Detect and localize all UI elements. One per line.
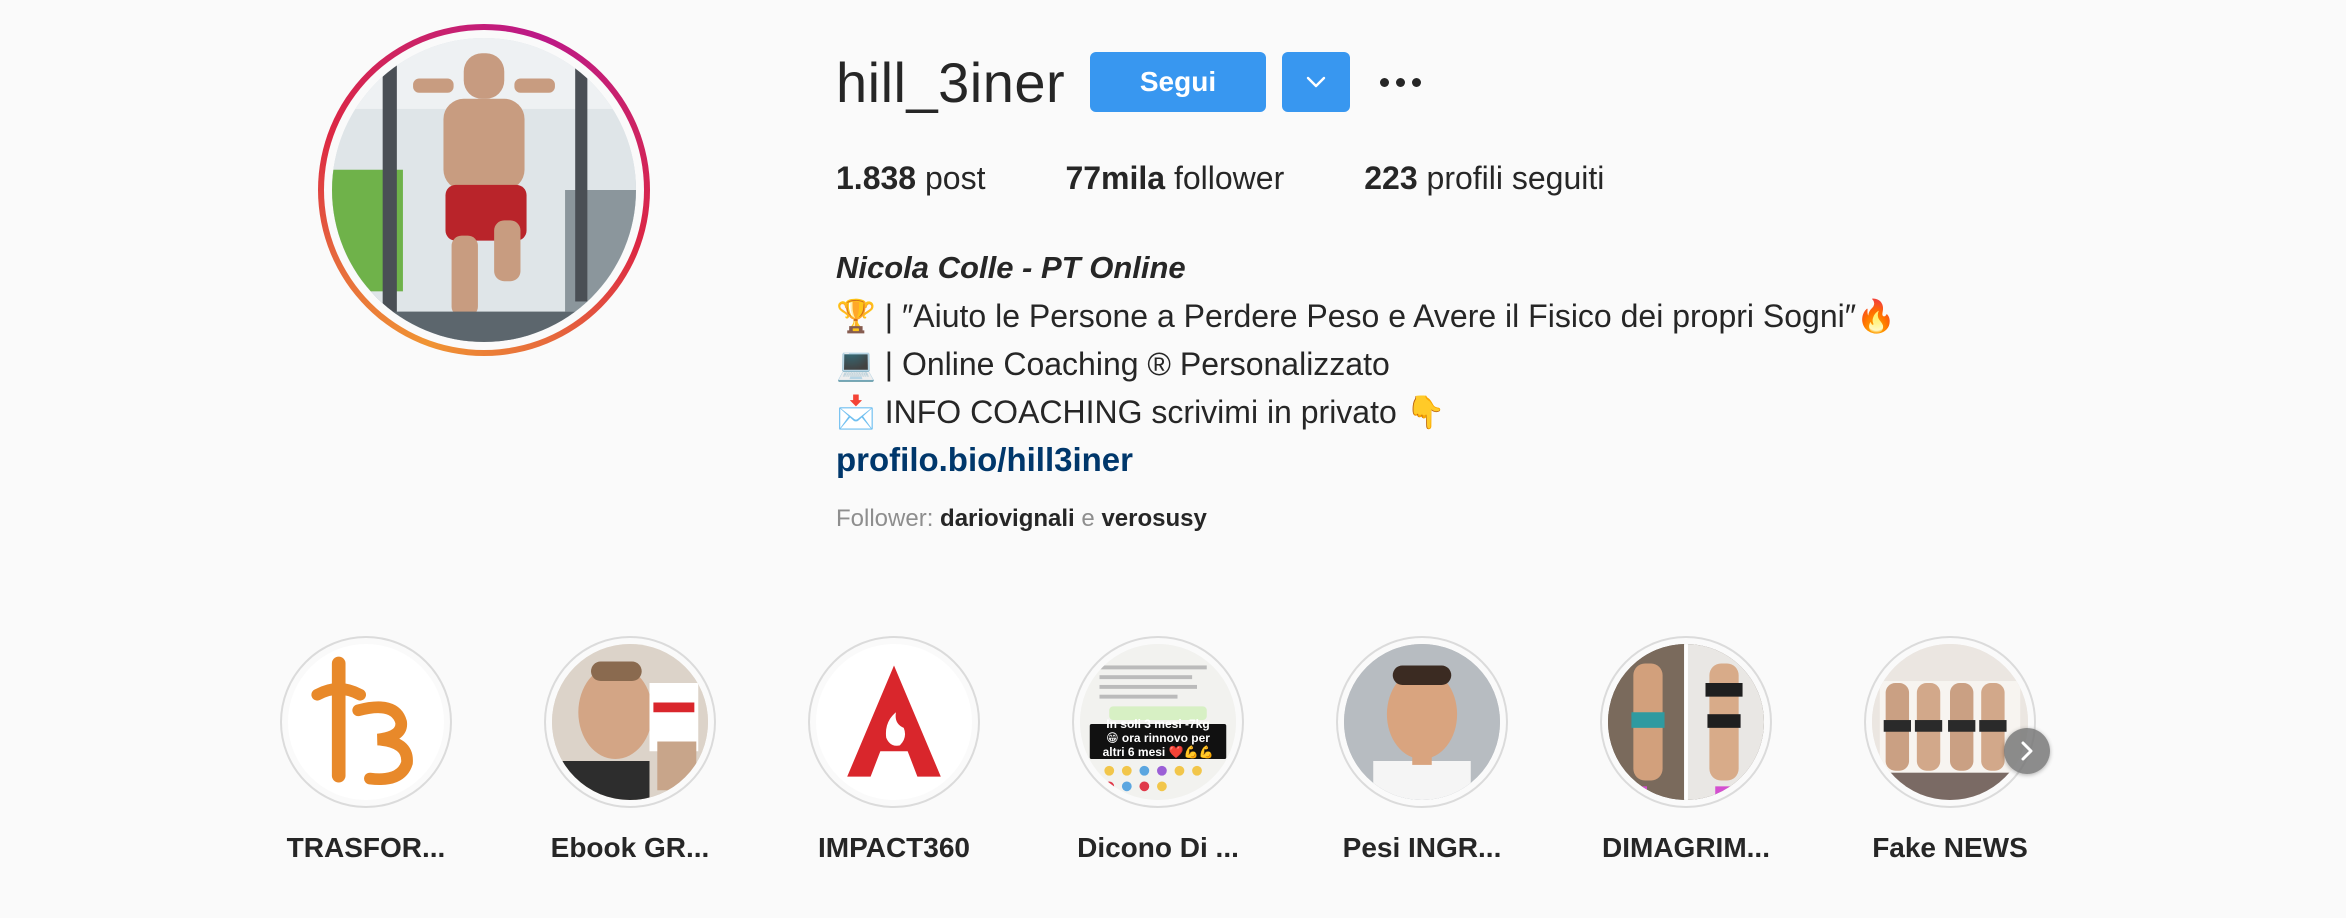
bio-line-1: 🏆 | ″Aiuto le Persone a Perdere Peso e A… <box>836 298 1896 334</box>
h3-logo-icon <box>288 644 444 800</box>
follow-button[interactable]: Segui <box>1090 52 1266 112</box>
chevron-down-icon <box>1306 76 1326 88</box>
profile-bio: Nicola Colle - PT Online 🏆 | ″Aiuto le P… <box>836 244 1896 484</box>
body-photo-icon <box>1608 644 1764 800</box>
highlight-label: Ebook GR... <box>550 832 710 863</box>
highlight-label: Dicono Di ... <box>1077 832 1239 863</box>
face-photo-icon <box>1344 644 1500 800</box>
highlight-item[interactable]: In soli 3 mesi -7kg 😁 ora rinnovo per al… <box>1058 636 1258 864</box>
body-photo-icon <box>1872 644 2028 800</box>
bio-full-name: Nicola Colle - PT Online <box>836 250 1186 285</box>
impact-logo-icon <box>816 644 972 800</box>
profile-stats: 1.838 post 77mila follower 223 profili s… <box>836 160 1684 197</box>
follower-user-2[interactable]: verosusy <box>1101 505 1206 532</box>
highlight-label: Pesi INGR... <box>1342 832 1502 863</box>
highlight-item[interactable]: Pesi INGR... <box>1322 636 1522 864</box>
more-options-icon[interactable] <box>1374 62 1426 102</box>
avatar-photo <box>332 38 636 342</box>
follower-user-1[interactable]: dariovignali <box>940 505 1075 532</box>
username: hill_3iner <box>836 51 1066 114</box>
highlight-item[interactable]: Ebook GR... <box>530 636 730 864</box>
suggested-dropdown-button[interactable] <box>1282 52 1350 112</box>
highlight-label: IMPACT360 <box>818 832 970 863</box>
followed-by[interactable]: Follower: dariovignali e verosusy <box>836 505 1207 533</box>
highlight-label: Fake NEWS <box>1872 832 2028 863</box>
posts-stat: 1.838 post <box>836 160 986 196</box>
chat-screenshot-icon: In soli 3 mesi -7kg 😁 ora rinnovo per al… <box>1080 644 1236 800</box>
followers-stat[interactable]: 77mila follower <box>1065 160 1284 197</box>
highlights-next-button[interactable] <box>2004 728 2050 774</box>
highlight-label: DIMAGRIM... <box>1602 832 1770 863</box>
profile-avatar[interactable] <box>318 24 650 356</box>
bio-website-link[interactable]: profilo.bio/hill3iner <box>836 436 1896 484</box>
highlight-overlay-text: In soli 3 mesi -7kg 😁 ora rinnovo per al… <box>1102 717 1214 760</box>
profile-page: hill_3iner Segui 1.838 post 77mila follo… <box>0 0 2346 918</box>
bio-line-3: 📩 INFO COACHING scrivimi in privato 👇 <box>836 394 1446 430</box>
following-stat[interactable]: 223 profili seguiti <box>1364 160 1604 197</box>
highlight-item[interactable]: IMPACT360 <box>794 636 994 864</box>
highlight-item[interactable]: DIMAGRIM... <box>1586 636 1786 864</box>
face-photo-icon <box>552 644 708 800</box>
highlight-item[interactable]: TRASFOR... <box>266 636 466 864</box>
chevron-right-icon <box>2021 741 2033 761</box>
highlight-label: TRASFOR... <box>286 832 446 863</box>
bio-line-2: 💻 | Online Coaching ® Personalizzato <box>836 346 1390 382</box>
